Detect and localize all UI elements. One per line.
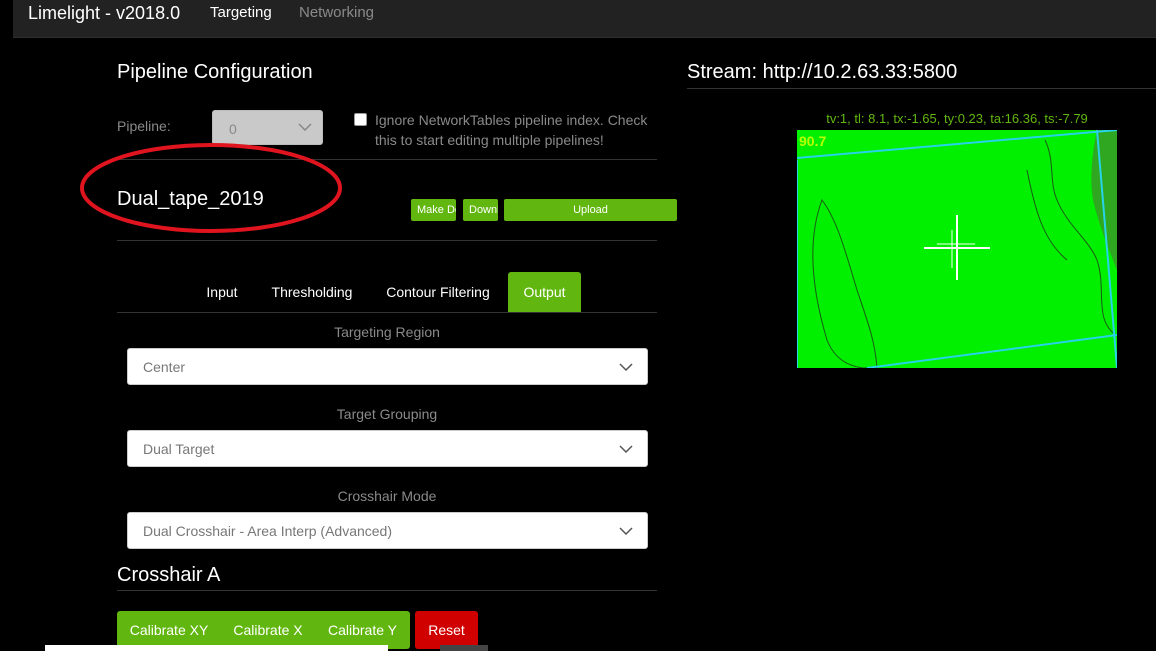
- chevron-down-icon: [619, 363, 633, 371]
- red-circle-annotation: [80, 143, 342, 233]
- targeting-region-value: Center: [143, 359, 186, 375]
- tab-contour-filtering[interactable]: Contour Filtering: [378, 272, 498, 312]
- app-title: Limelight - v2018.0: [28, 3, 181, 23]
- crosshair-mode-select[interactable]: Dual Crosshair - Area Interp (Advanced): [127, 512, 648, 549]
- target-grouping-label: Target Grouping: [336, 406, 438, 422]
- tab-thresholding[interactable]: Thresholding: [262, 272, 362, 312]
- ignore-networktables-checkbox[interactable]: [354, 113, 367, 126]
- targeting-region-select[interactable]: Center: [127, 348, 648, 385]
- upload-button[interactable]: Upload: [504, 199, 677, 221]
- pipeline-configuration-heading: Pipeline Configuration: [117, 61, 313, 83]
- download-button[interactable]: Downlo: [463, 199, 498, 221]
- bottom-scroll-strip: [45, 645, 388, 651]
- chevron-down-icon: [298, 123, 312, 131]
- target-metrics-readout: tv:1, tl: 8.1, tx:-1.65, ty:0.23, ta:16.…: [826, 111, 1088, 126]
- tabs-divider: [117, 312, 657, 313]
- ignore-networktables-label: Ignore NetworkTables pipeline index. Che…: [375, 112, 648, 148]
- divider: [687, 88, 1156, 89]
- top-nav-bar: Limelight - v2018.0 Targeting Networking: [13, 0, 1156, 38]
- target-grouping-value: Dual Target: [143, 441, 215, 457]
- divider: [117, 240, 657, 241]
- tab-input[interactable]: Input: [190, 272, 254, 312]
- make-default-button[interactable]: Make De: [411, 199, 456, 221]
- targeting-region-label: Targeting Region: [334, 324, 440, 340]
- tab-output[interactable]: Output: [508, 272, 581, 312]
- crosshair-mode-value: Dual Crosshair - Area Interp (Advanced): [143, 523, 392, 539]
- crosshair-mode-label: Crosshair Mode: [337, 488, 437, 504]
- calibrate-xy-button[interactable]: Calibrate XY: [117, 611, 221, 649]
- divider: [117, 590, 657, 591]
- pipeline-index-value: 0: [229, 121, 237, 137]
- chevron-down-icon: [619, 527, 633, 535]
- chevron-down-icon: [619, 445, 633, 453]
- target-grouping-select[interactable]: Dual Target: [127, 430, 648, 467]
- stream-overlay-angle: 90.7: [799, 133, 826, 149]
- calibrate-x-button[interactable]: Calibrate X: [221, 611, 315, 649]
- nav-targeting[interactable]: Targeting: [210, 4, 272, 21]
- bottom-scroll-strip: [440, 645, 488, 651]
- crosshair-a-heading: Crosshair A: [117, 564, 221, 586]
- stream-title: Stream: http://10.2.63.33:5800: [687, 61, 958, 83]
- calibrate-y-button[interactable]: Calibrate Y: [315, 611, 410, 649]
- pipeline-label: Pipeline:: [117, 118, 171, 134]
- nav-networking[interactable]: Networking: [299, 4, 374, 21]
- reset-button[interactable]: Reset: [415, 611, 478, 649]
- camera-stream-view[interactable]: 90.7: [797, 130, 1117, 368]
